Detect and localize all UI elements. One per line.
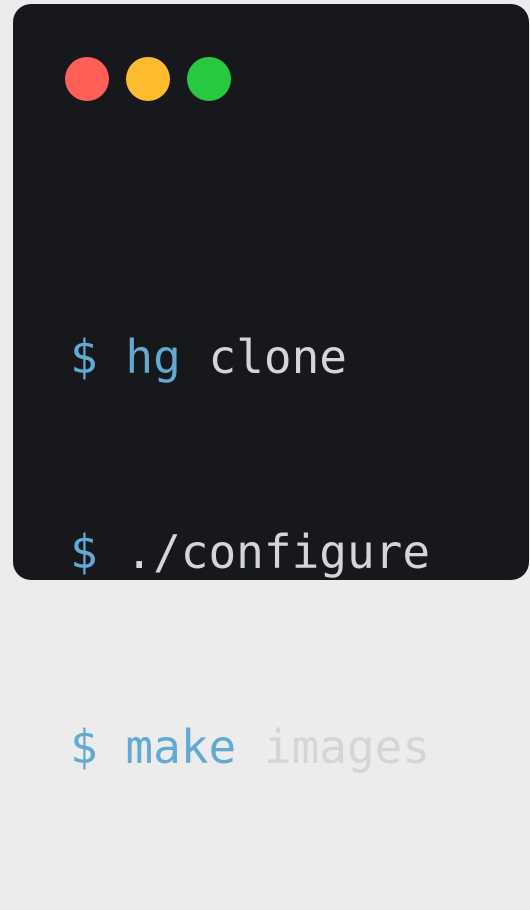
command-args: ./configure (125, 525, 431, 579)
terminal-line: $ hg clone (70, 325, 430, 390)
minimize-button[interactable] (126, 57, 170, 101)
window-controls (65, 57, 231, 102)
terminal-line: $ make images (70, 715, 430, 780)
command-name: hg (125, 330, 181, 384)
terminal-line: $ ./configure (70, 520, 430, 585)
prompt-symbol: $ (70, 720, 98, 774)
terminal-output: $ hg clone $ ./configure $ make images (70, 195, 430, 910)
command-args: images (263, 720, 431, 774)
terminal-window: $ hg clone $ ./configure $ make images (13, 4, 529, 774)
prompt-symbol: $ (70, 330, 98, 384)
command-name: make (125, 720, 237, 774)
command-args: clone (208, 330, 347, 384)
prompt-symbol: $ (70, 525, 98, 579)
maximize-button[interactable] (187, 57, 231, 101)
close-button[interactable] (65, 57, 109, 101)
